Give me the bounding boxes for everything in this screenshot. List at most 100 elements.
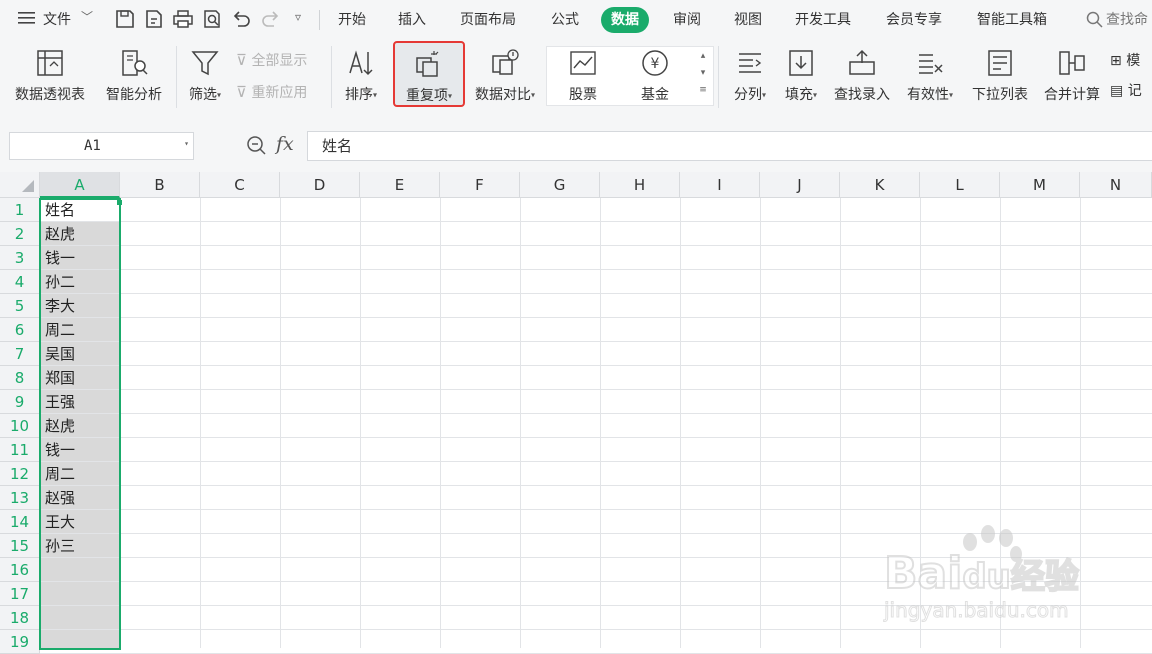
insert-function-icon[interactable]: fx (276, 133, 294, 155)
expand-gallery-icon[interactable]: ≡ (696, 82, 710, 99)
pivot-table-button[interactable]: 数据透视表 (8, 44, 92, 110)
row-header[interactable]: 19 (0, 630, 40, 654)
tab-insert[interactable]: 插入 (398, 9, 426, 29)
column-header-j[interactable]: J (760, 172, 840, 198)
column-header-i[interactable]: I (680, 172, 760, 198)
search-command[interactable]: 查找命 (1106, 9, 1148, 29)
column-header-h[interactable]: H (600, 172, 680, 198)
consolidate-button[interactable]: 合并计算 (1039, 44, 1105, 110)
split-column-button[interactable]: 分列▾ (726, 44, 774, 110)
duplicates-icon (416, 51, 439, 77)
sort-button[interactable]: 排序▾ (337, 44, 385, 110)
search-icon[interactable] (1086, 11, 1104, 33)
cell-a4[interactable]: 孙二 (40, 270, 120, 294)
validity-button[interactable]: 有效性▾ (900, 44, 960, 110)
column-header-d[interactable]: D (280, 172, 360, 198)
column-header-n[interactable]: N (1080, 172, 1152, 198)
column-header-b[interactable]: B (120, 172, 200, 198)
save-icon[interactable] (114, 8, 136, 30)
tab-developer[interactable]: 开发工具 (795, 9, 851, 29)
chevron-down-icon[interactable]: ▾ (184, 139, 189, 148)
row-header[interactable]: 2 (0, 222, 40, 246)
tab-smart-toolbox[interactable]: 智能工具箱 (977, 9, 1047, 29)
cell-a2[interactable]: 赵虎 (40, 222, 120, 246)
data-compare-icon (492, 49, 519, 75)
cell-a9[interactable]: 王强 (40, 390, 120, 414)
customize-quick-access-icon[interactable]: ▿ (295, 10, 301, 24)
stock-button[interactable]: 股票 (556, 44, 610, 110)
row-header[interactable]: 14 (0, 510, 40, 534)
undo-icon[interactable] (230, 8, 252, 30)
cell-a3[interactable]: 钱一 (40, 246, 120, 270)
tab-data[interactable]: 数据 (601, 7, 649, 33)
row-header[interactable]: 11 (0, 438, 40, 462)
tab-member[interactable]: 会员专享 (886, 9, 942, 29)
row-header[interactable]: 16 (0, 558, 40, 582)
scroll-down-icon[interactable]: ▾ (696, 65, 710, 82)
column-header-e[interactable]: E (360, 172, 440, 198)
fill-button[interactable]: 填充▾ (778, 44, 824, 110)
fund-button[interactable]: ¥ 基金 (628, 44, 682, 110)
column-header-l[interactable]: L (920, 172, 1000, 198)
row-header[interactable]: 6 (0, 318, 40, 342)
grid-row-line (40, 341, 1152, 342)
cell-a13[interactable]: 赵强 (40, 486, 120, 510)
file-menu[interactable]: 文件 (43, 9, 71, 29)
row-header[interactable]: 5 (0, 294, 40, 318)
row-header[interactable]: 1 (0, 198, 40, 222)
print-icon[interactable] (172, 8, 194, 30)
gallery-scroll[interactable]: ▴ ▾ ≡ (696, 48, 710, 102)
row-header[interactable]: 12 (0, 462, 40, 486)
cell-a7[interactable]: 吴国 (40, 342, 120, 366)
formula-input[interactable]: 姓名 (307, 131, 1152, 161)
column-header-c[interactable]: C (200, 172, 280, 198)
tab-view[interactable]: 视图 (734, 9, 762, 29)
row-header[interactable]: 18 (0, 606, 40, 630)
cell-a5[interactable]: 李大 (40, 294, 120, 318)
record-button[interactable]: ▤ 记 (1110, 80, 1142, 100)
column-header-k[interactable]: K (840, 172, 920, 198)
divider (319, 10, 320, 30)
tab-formulas[interactable]: 公式 (551, 9, 579, 29)
column-header-m[interactable]: M (1000, 172, 1080, 198)
data-compare-button[interactable]: 数据对比▾ (468, 44, 542, 110)
row-header[interactable]: 13 (0, 486, 40, 510)
smart-analysis-button[interactable]: 智能分析 (98, 44, 170, 110)
row-header[interactable]: 4 (0, 270, 40, 294)
filter-button[interactable]: 筛选▾ (182, 44, 228, 110)
zoom-formula-icon[interactable] (246, 135, 268, 161)
row-header[interactable]: 15 (0, 534, 40, 558)
chevron-down-icon[interactable]: ﹀ (81, 8, 93, 25)
tab-page-layout[interactable]: 页面布局 (460, 9, 516, 29)
template-button[interactable]: ⊞ 模 (1110, 50, 1140, 70)
row-header[interactable]: 8 (0, 366, 40, 390)
export-pdf-icon[interactable] (143, 8, 165, 30)
tab-review[interactable]: 审阅 (673, 9, 701, 29)
cell-a12[interactable]: 周二 (40, 462, 120, 486)
dropdown-list-button[interactable]: 下拉列表 (967, 44, 1033, 110)
lookup-entry-button[interactable]: 查找录入 (830, 44, 894, 110)
row-header[interactable]: 9 (0, 390, 40, 414)
print-preview-icon[interactable] (201, 8, 223, 30)
hamburger-icon[interactable] (18, 10, 36, 30)
scroll-up-icon[interactable]: ▴ (696, 48, 710, 65)
column-header-a[interactable]: A (40, 172, 120, 198)
row-header[interactable]: 17 (0, 582, 40, 606)
name-box[interactable]: A1 ▾ (9, 132, 194, 160)
tab-home[interactable]: 开始 (338, 9, 366, 29)
row-header[interactable]: 3 (0, 246, 40, 270)
row-header[interactable]: 7 (0, 342, 40, 366)
fill-handle[interactable] (117, 200, 122, 205)
column-header-g[interactable]: G (520, 172, 600, 198)
duplicates-button[interactable]: 重复项▾ (393, 41, 465, 107)
cell-a1[interactable]: 姓名 (40, 198, 120, 222)
row-header[interactable]: 10 (0, 414, 40, 438)
cell-a8[interactable]: 郑国 (40, 366, 120, 390)
cell-a14[interactable]: 王大 (40, 510, 120, 534)
cell-a15[interactable]: 孙三 (40, 534, 120, 558)
cell-a6[interactable]: 周二 (40, 318, 120, 342)
cell-a10[interactable]: 赵虎 (40, 414, 120, 438)
cell-a11[interactable]: 钱一 (40, 438, 120, 462)
column-header-f[interactable]: F (440, 172, 520, 198)
select-all-corner[interactable] (0, 172, 40, 198)
